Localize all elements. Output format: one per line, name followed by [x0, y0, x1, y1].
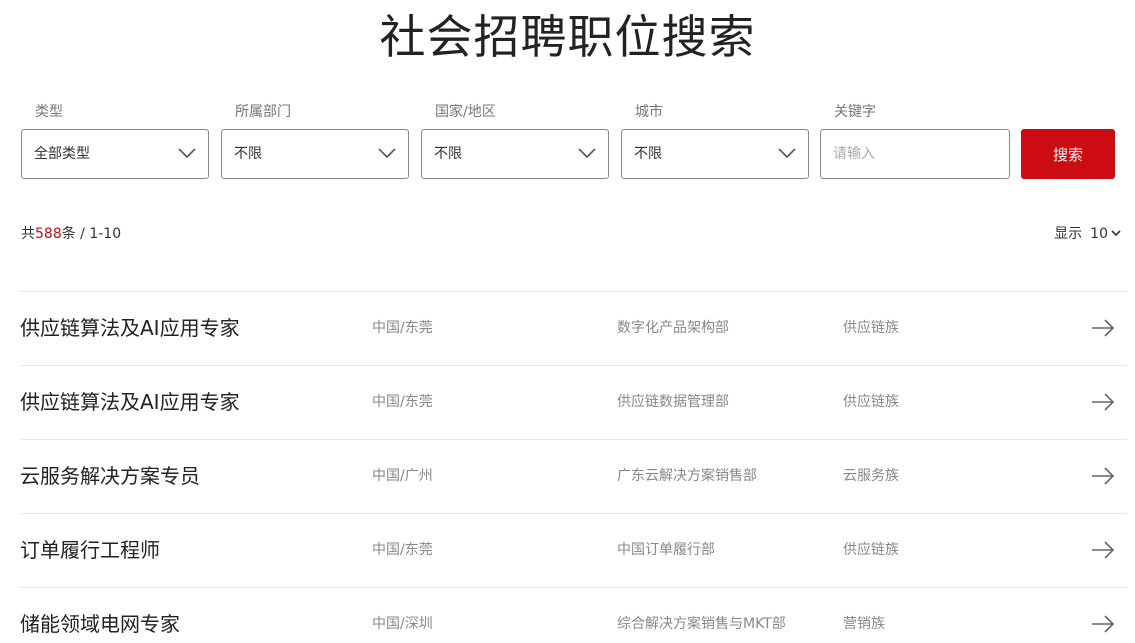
- arrow-right-icon[interactable]: [1091, 467, 1115, 485]
- job-family: 供应链族: [843, 320, 899, 336]
- job-family: 云服务族: [843, 468, 899, 484]
- job-location: 中国/广州: [372, 468, 433, 484]
- job-family: 营销族: [843, 616, 885, 632]
- result-count-prefix: 共: [21, 226, 35, 242]
- job-department: 综合解决方案销售与MKT部: [617, 616, 786, 632]
- page-title: 社会招聘职位搜索: [379, 10, 756, 64]
- filter-bar: 类型 全部类型 所属部门 不限 国家/地区 不限 城市 不限 关键字 请输入 搜…: [0, 102, 1135, 182]
- job-list: 供应链算法及AI应用专家 中国/东莞 数字化产品架构部 供应链族 供应链算法及A…: [20, 291, 1127, 643]
- job-row[interactable]: 云服务解决方案专员 中国/广州 广东云解决方案销售部 云服务族: [20, 439, 1127, 513]
- job-row[interactable]: 供应链算法及AI应用专家 中国/东莞 数字化产品架构部 供应链族: [20, 291, 1127, 365]
- filter-city-label: 城市: [635, 104, 663, 120]
- chevron-down-icon: [1111, 229, 1121, 236]
- job-department: 中国订单履行部: [617, 542, 715, 558]
- filter-country-label: 国家/地区: [435, 104, 496, 120]
- arrow-right-icon[interactable]: [1091, 393, 1115, 411]
- type-select[interactable]: 全部类型: [21, 129, 209, 179]
- type-select-value: 全部类型: [34, 146, 90, 162]
- job-location: 中国/东莞: [372, 394, 433, 410]
- job-row[interactable]: 订单履行工程师 中国/东莞 中国订单履行部 供应链族: [20, 513, 1127, 587]
- job-location: 中国/东莞: [372, 542, 433, 558]
- filter-keyword-label: 关键字: [834, 104, 876, 120]
- job-title[interactable]: 云服务解决方案专员: [20, 440, 200, 512]
- job-department: 供应链数据管理部: [617, 394, 729, 410]
- job-location: 中国/深圳: [372, 616, 433, 632]
- job-search-page: 社会招聘职位搜索 类型 全部类型 所属部门 不限 国家/地区 不限 城市 不限 …: [0, 0, 1135, 643]
- country-select[interactable]: 不限: [421, 129, 609, 179]
- arrow-right-icon[interactable]: [1091, 615, 1115, 633]
- job-title[interactable]: 供应链算法及AI应用专家: [20, 366, 240, 438]
- page-size-select[interactable]: 显示 10: [1054, 224, 1121, 244]
- job-title[interactable]: 储能领域电网专家: [20, 588, 180, 643]
- job-department: 广东云解决方案销售部: [617, 468, 757, 484]
- job-row[interactable]: 供应链算法及AI应用专家 中国/东莞 供应链数据管理部 供应链族: [20, 365, 1127, 439]
- chevron-down-icon: [578, 148, 596, 159]
- result-count-total: 588: [35, 226, 62, 242]
- chevron-down-icon: [378, 148, 396, 159]
- country-select-value: 不限: [434, 146, 462, 162]
- chevron-down-icon: [778, 148, 796, 159]
- arrow-right-icon[interactable]: [1091, 541, 1115, 559]
- keyword-input[interactable]: [820, 129, 1010, 179]
- job-family: 供应链族: [843, 394, 899, 410]
- page-size-label: 显示: [1054, 226, 1083, 242]
- job-family: 供应链族: [843, 542, 899, 558]
- chevron-down-icon: [178, 148, 196, 159]
- city-select-value: 不限: [634, 146, 662, 162]
- search-button[interactable]: 搜索: [1021, 129, 1115, 179]
- job-department: 数字化产品架构部: [617, 320, 729, 336]
- department-select[interactable]: 不限: [221, 129, 409, 179]
- result-count: 共588条 / 1-10: [21, 224, 121, 244]
- filter-department-label: 所属部门: [235, 104, 291, 120]
- job-title[interactable]: 供应链算法及AI应用专家: [20, 292, 240, 364]
- arrow-right-icon[interactable]: [1091, 319, 1115, 337]
- page-size-value: 10: [1090, 226, 1108, 242]
- filter-type-label: 类型: [35, 104, 63, 120]
- city-select[interactable]: 不限: [621, 129, 809, 179]
- job-location: 中国/东莞: [372, 320, 433, 336]
- result-count-suffix: 条 / 1-10: [61, 226, 122, 242]
- job-row[interactable]: 储能领域电网专家 中国/深圳 综合解决方案销售与MKT部 营销族: [20, 587, 1127, 643]
- job-title[interactable]: 订单履行工程师: [20, 514, 160, 586]
- department-select-value: 不限: [234, 146, 262, 162]
